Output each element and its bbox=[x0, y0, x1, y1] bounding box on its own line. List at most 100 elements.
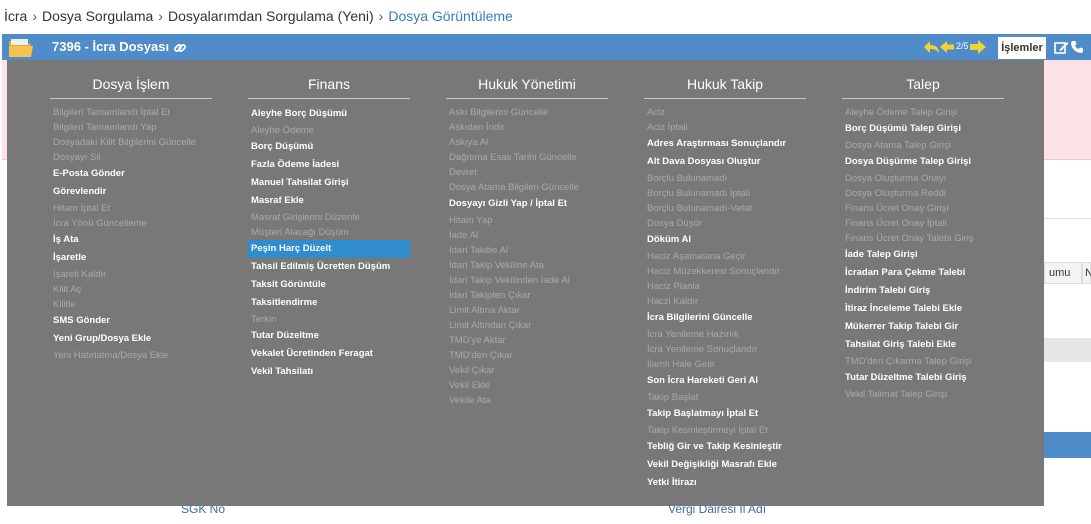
menu-item-tahsil-edilmis-ucretten-dusum[interactable]: Tahsil Edilmiş Ücretten Düşüm bbox=[248, 258, 410, 276]
menu-item-vekil-degisikligi-masrafi-ekle[interactable]: Vekil Değişikliği Masrafı Ekle bbox=[644, 456, 806, 474]
menu-item-idari-takip-vekilinden-iade-al: İdari Takip Vekilinden İade Al bbox=[449, 275, 570, 286]
nav-next-icon[interactable] bbox=[969, 38, 987, 56]
menu-item-icra-bilgilerini-guncelle[interactable]: İcra Bilgilerini Güncelle bbox=[644, 309, 806, 327]
menu-item-dosya-dusurme-talep-girisi[interactable]: Dosya Düşürme Talep Girişi bbox=[842, 153, 1004, 171]
breadcrumb-current: Dosya Görüntüleme bbox=[388, 8, 513, 24]
menu-item-haciz-planla: Haciz Planla bbox=[647, 281, 700, 292]
menu-column-title: Hukuk Yönetimi bbox=[446, 76, 608, 99]
menu-item-kilitle: Kilitle bbox=[53, 299, 76, 310]
menu-item-aciz-iptali: Aciz İptali bbox=[647, 122, 688, 133]
menu-item-gorevlendir[interactable]: Görevlendir bbox=[50, 183, 212, 201]
menu-item-haciz-muzekkeresi-sonuclandir: Haciz Müzekkeresi Sonuçlandır bbox=[647, 266, 781, 277]
menu-item-iade-talep-girisi[interactable]: İade Talep Girişi bbox=[842, 246, 1004, 264]
menu-item-idari-takipten-cikar: İdari Takipten Çıkar bbox=[449, 290, 531, 301]
menu-item-tutar-duzeltme-talebi-giris[interactable]: Tutar Düzeltme Talebi Giriş bbox=[842, 369, 1004, 387]
menu-item-takip-kesinlestirmeyi-iptal-et: Takip Kesinleştirmeyi İptal Et bbox=[647, 425, 768, 436]
menu-item-pesin-harc-duzelt[interactable]: Peşin Harç Düzelt bbox=[248, 240, 410, 258]
phone-icon[interactable] bbox=[1070, 40, 1084, 54]
menu-item-isaretle[interactable]: İşaretle bbox=[50, 249, 212, 267]
menu-item-askidan-indir: Askıdan İndir bbox=[449, 122, 505, 133]
link-icon[interactable] bbox=[173, 41, 187, 55]
menu-item-son-icra-hareketi-geri-al[interactable]: Son İcra Hareketi Geri Al bbox=[644, 372, 806, 390]
menu-item-itiraz-inceleme-talebi-ekle[interactable]: İtiraz İnceleme Talebi Ekle bbox=[842, 300, 1004, 318]
table-row bbox=[1044, 338, 1091, 362]
menu-item-aleyhe-odeme: Aleyhe Ödeme bbox=[251, 125, 314, 136]
menu-item-dokum-al[interactable]: Döküm Al bbox=[644, 231, 806, 249]
menu-item-aleyhe-odeme-talep-girisi: Aleyhe Ödeme Talep Girişi bbox=[845, 107, 958, 118]
menu-item-vekalet-ucretinden-feragat[interactable]: Vekalet Ücretinden Feragat bbox=[248, 345, 410, 363]
menu-item-borc-dusumu-talep-girisi[interactable]: Borç Düşümü Talep Girişi bbox=[842, 120, 1004, 138]
menu-item-borc-dusumu[interactable]: Borç Düşümü bbox=[248, 138, 410, 156]
menu-item-aleyhe-borc-dusumu[interactable]: Aleyhe Borç Düşümü bbox=[248, 105, 410, 123]
menu-column-title: Hukuk Takip bbox=[644, 76, 806, 99]
menu-item-iade-al: İade Al bbox=[449, 230, 479, 241]
menu-column-talep: Talep Aleyhe Ödeme Talep Girişi Borç Düşüm… bbox=[842, 76, 1004, 402]
edit-icon[interactable] bbox=[1054, 40, 1069, 54]
breadcrumb-link-icra[interactable]: İcra bbox=[4, 8, 27, 24]
menu-item-askiya-al: Askıya Al bbox=[449, 137, 489, 148]
folder-icon bbox=[8, 37, 34, 59]
menu-item-finans-ucret-onay-iptali: Finans Ücret Onay İptali bbox=[845, 218, 947, 229]
menu-item-vekil-tahsilati[interactable]: Vekil Tahsilatı bbox=[248, 363, 410, 381]
menu-item-alt-dava-dosyasi-olustur[interactable]: Alt Dava Dosyası Oluştur bbox=[644, 153, 806, 171]
table-column-header[interactable]: N bbox=[1082, 262, 1091, 284]
menu-item-borclu-bulunamadi-vefat: Borçlu Bulunamadı-Vefat bbox=[647, 203, 753, 214]
menu-item-tutar-duzeltme[interactable]: Tutar Düzeltme bbox=[248, 327, 410, 345]
menu-item-haczi-kaldir: Haczi Kaldır bbox=[647, 296, 699, 307]
actions-mega-menu: Dosya İşlem Bilgileri Tamamlandı İptal Et… bbox=[7, 60, 1044, 506]
breadcrumb-separator: › bbox=[378, 8, 384, 24]
menu-item-dosyadaki-kilit-bilgilerini-guncelle: Dosyadaki Kilit Bilgilerini Güncelle bbox=[53, 137, 197, 148]
menu-item-taksitlendirme[interactable]: Taksitlendirme bbox=[248, 294, 410, 312]
menu-item-sms-gonder[interactable]: SMS Gönder bbox=[50, 312, 212, 330]
menu-item-adres-arastirmasi-sonuclandir[interactable]: Adres Araştırması Sonuçlandır bbox=[644, 135, 806, 153]
menu-item-hitam-yap: Hitam Yap bbox=[449, 215, 493, 226]
section-header-bar bbox=[1044, 432, 1091, 458]
menu-item-borclu-bulunamadi-iptali: Borçlu Bulunamadı İptali bbox=[647, 188, 750, 199]
menu-column-dosya-islem: Dosya İşlem Bilgileri Tamamlandı İptal Et… bbox=[50, 76, 212, 363]
menu-item-e-posta-gonder[interactable]: E-Posta Gönder bbox=[50, 165, 212, 183]
menu-item-devret: Devret bbox=[449, 167, 477, 178]
file-navigation: 2/5 bbox=[923, 38, 989, 56]
menu-item-yeni-grup-dosya-ekle[interactable]: Yeni Grup/Dosya Ekle bbox=[50, 330, 212, 348]
menu-item-aciz: Aciz bbox=[647, 107, 665, 118]
breadcrumb-separator: › bbox=[32, 8, 38, 24]
menu-item-kilit-ac: Kilit Aç bbox=[53, 284, 82, 295]
menu-item-masraf-ekle[interactable]: Masraf Ekle bbox=[248, 192, 410, 210]
menu-column-hukuk-takip: Hukuk Takip Aciz Aciz İptali Adres Araştırm… bbox=[644, 76, 806, 492]
menu-item-tmd-den-cikar: TMD'den Çıkar bbox=[449, 350, 513, 361]
menu-item-dosyayi-gizli-yap-iptal-et[interactable]: Dosyayı Gizli Yap / İptal Et bbox=[446, 195, 608, 213]
file-counter: 2/5 bbox=[956, 41, 969, 51]
breadcrumb-link-dosyalarimdan-sorgulama[interactable]: Dosyalarımdan Sorgulama (Yeni) bbox=[168, 8, 374, 24]
nav-back-icon[interactable] bbox=[939, 39, 955, 55]
menu-item-dosya-dusur: Dosya Düşür bbox=[647, 218, 702, 229]
menu-item-mukerrer-takip-talebi-gir[interactable]: Mükerrer Takip Talebi Gir bbox=[842, 318, 1004, 336]
menu-item-bilgileri-tamamlandi-yap: Bilgileri Tamamlandı Yap bbox=[53, 122, 157, 133]
breadcrumb-separator: › bbox=[158, 8, 163, 24]
menu-item-vekil-cikar: Vekil Çıkar bbox=[449, 365, 495, 376]
table-column-header[interactable]: umu bbox=[1044, 262, 1082, 284]
menu-item-manuel-tahsilat-girisi[interactable]: Manuel Tahsilat Girişi bbox=[248, 174, 410, 192]
menu-item-finans-ucret-onay-talebi-giris: Finans Ücret Onay Talebi Giriş bbox=[845, 233, 974, 244]
actions-menu-button[interactable]: İşlemler bbox=[998, 37, 1046, 59]
menu-item-taksit-goruntule[interactable]: Taksit Görüntüle bbox=[248, 276, 410, 294]
menu-item-vekil-talimat-talep-girisi: Vekil Talimat Talep Girişi bbox=[845, 389, 948, 400]
menu-item-finans-ucret-onay-girisi: Finans Ücret Onay Girişi bbox=[845, 203, 949, 214]
menu-item-ilamli-hale-getir: İlamlı Hale Getir bbox=[647, 359, 716, 370]
menu-item-limit-altindan-cikar: Limit Altından Çıkar bbox=[449, 320, 532, 331]
menu-item-icradan-para-cekme-talebi[interactable]: İcradan Para Çekme Talebi bbox=[842, 264, 1004, 282]
menu-item-icra-yonu-guncelleme: İcra Yönü Güncelleme bbox=[53, 218, 147, 229]
menu-item-takip-baslatmayi-iptal-et[interactable]: Takip Başlatmayı İptal Et bbox=[644, 405, 806, 423]
menu-item-yeni-hatirlatma-dosya-ekle: Yeni Hatırlatma/Dosya Ekle bbox=[53, 350, 169, 361]
menu-item-fazla-odeme-iadesi[interactable]: Fazla Ödeme İadesi bbox=[248, 156, 410, 174]
menu-item-indirim-talebi-giris[interactable]: İndirim Talebi Giriş bbox=[842, 282, 1004, 300]
menu-column-title: Dosya İşlem bbox=[50, 76, 212, 99]
menu-item-is-ata[interactable]: İş Ata bbox=[50, 231, 212, 249]
breadcrumb-link-dosya-sorgulama[interactable]: Dosya Sorgulama bbox=[42, 8, 153, 24]
menu-column-finans: Finans Aleyhe Borç Düşümü Aleyhe Ödeme Borç… bbox=[248, 76, 410, 381]
menu-item-dagitima-esas-tarihi-guncelle: Dağıtıma Esas Tarihi Güncelle bbox=[449, 152, 577, 163]
menu-item-yetki-itirazi[interactable]: Yetki İtirazı bbox=[644, 474, 806, 492]
menu-item-hitam-iptal-et: Hitam İptal Et bbox=[53, 203, 111, 214]
menu-item-icra-yenileme-hazirlik: İcra Yenileme Hazırlık bbox=[647, 329, 739, 340]
menu-item-tahsilat-giris-talebi-ekle[interactable]: Tahsilat Giriş Talebi Ekle bbox=[842, 336, 1004, 354]
menu-item-teblig-gir-ve-takip-kesinlestir[interactable]: Tebliğ Gir ve Takip Kesinleştir bbox=[644, 438, 806, 456]
